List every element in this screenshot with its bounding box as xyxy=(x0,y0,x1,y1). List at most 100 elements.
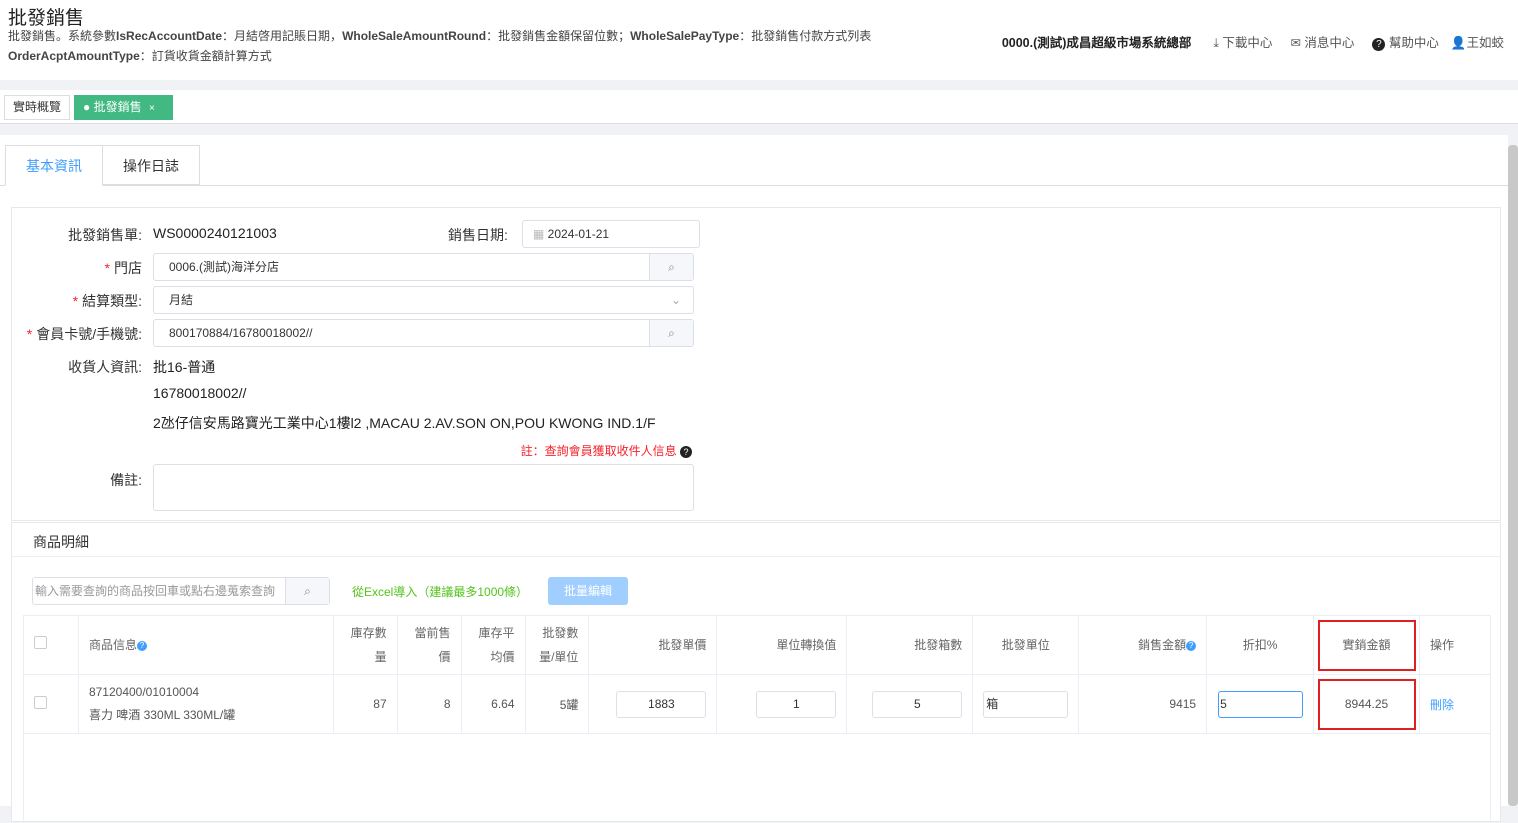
table-empty-area xyxy=(23,733,1491,823)
required-mark: * xyxy=(104,260,110,276)
help-icon: ? xyxy=(1372,38,1386,51)
member-label: * 會員卡號/手機號: xyxy=(12,324,142,344)
desc-text: ：批發銷售付款方式列表 xyxy=(739,29,872,43)
table-header: 商品信息? 庫存數量 當前售價 庫存平均價 批發數量/單位 批發單價 單位轉換值… xyxy=(23,615,1491,675)
col-header: 折扣% xyxy=(1206,615,1315,675)
col-header: 商品信息 xyxy=(88,638,137,652)
boxes-input[interactable]: 5 xyxy=(872,690,963,718)
section-title: 商品明細 xyxy=(33,534,89,550)
messages-label: 消息中心 xyxy=(1304,36,1355,50)
conversion-input[interactable]: 1 xyxy=(756,690,837,718)
col-header-highlighted: 實銷金額 xyxy=(1313,615,1420,675)
basic-info-form: 批發銷售單: WS0000240121003 銷售日期: ▦ 2024-01-2… xyxy=(11,207,1501,521)
help-icon[interactable]: ? xyxy=(680,446,692,458)
user-name: 王如蛟 xyxy=(1466,36,1504,50)
close-icon[interactable]: × xyxy=(149,103,155,114)
search-icon[interactable]: ⌕ xyxy=(649,320,693,346)
tab-basic-info[interactable]: 基本資訊 xyxy=(5,145,103,186)
receiver-address: 2氹仔信安馬路寶光工業中心1樓l2 ,MACAU 2.AV.SON ON,POU… xyxy=(153,415,656,431)
member-value: 800170884/16780018002// xyxy=(169,326,313,340)
receiver-label: 收貨人資訊: xyxy=(68,359,142,375)
current-price: 8 xyxy=(396,674,462,734)
delete-link[interactable]: 刪除 xyxy=(1419,674,1491,734)
product-search-input[interactable]: 輸入需要查詢的商品按回車或點右邊蒐索查詢 ⌕ xyxy=(32,577,330,605)
main-content: 基本資訊 操作日誌 批發銷售單: WS0000240121003 銷售日期: ▦… xyxy=(0,135,1508,823)
org-name[interactable]: 0000.(測試)成昌超級市場系統總部 xyxy=(1002,32,1192,51)
desc-param: WholeSaleAmountRound xyxy=(342,29,487,43)
active-dot-icon: ● xyxy=(83,100,94,114)
label-text: 會員卡號/手機號: xyxy=(36,326,142,342)
member-input[interactable]: 800170884/16780018002// ⌕ xyxy=(153,319,694,347)
col-header: 庫存數量 xyxy=(332,615,398,675)
tab-divider xyxy=(0,185,1508,186)
store-input[interactable]: 0006.(測試)海洋分店 ⌕ xyxy=(153,253,694,281)
table-row: 87120400/01010004 喜力 啤酒 330ML 330ML/罐 87 … xyxy=(23,674,1491,734)
unit-input[interactable]: 箱 xyxy=(983,690,1069,718)
receiver-hint: 註：查詢會員獲取收件人信息 ? xyxy=(521,442,692,459)
order-number: WS0000240121003 xyxy=(153,225,277,241)
tab-wholesale[interactable]: ● 批發銷售 × xyxy=(74,95,173,120)
settle-value: 月結 xyxy=(169,293,194,307)
search-icon[interactable]: ⌕ xyxy=(649,254,693,280)
search-icon[interactable]: ⌕ xyxy=(285,578,329,604)
unit-price-input[interactable]: 1883 xyxy=(616,690,707,718)
date-label: 銷售日期: xyxy=(448,227,508,243)
chevron-down-icon: ⌄ xyxy=(670,293,681,307)
product-details: 商品明細 輸入需要查詢的商品按回車或點右邊蒐索查詢 ⌕ 從Excel導入（建議最多… xyxy=(11,522,1501,823)
col-header: 批發單價 xyxy=(588,615,718,675)
tab-label: 批發銷售 xyxy=(93,100,142,114)
label-text: 門店 xyxy=(114,260,142,276)
divider xyxy=(12,556,1500,557)
user-menu[interactable]: 👤王如蛟 xyxy=(1451,32,1504,51)
download-label: 下載中心 xyxy=(1222,36,1273,50)
col-header: 批發數量/單位 xyxy=(524,615,590,675)
desc-param: OrderAcptAmountType xyxy=(8,49,140,63)
store-value: 0006.(測試)海洋分店 xyxy=(169,260,280,274)
col-header: 當前售價 xyxy=(396,615,462,675)
row-checkbox[interactable] xyxy=(34,696,47,709)
scrollbar[interactable] xyxy=(1508,145,1518,806)
product-code: 87120400/01010004 xyxy=(88,685,200,699)
wholesale-qty: 5罐 xyxy=(524,674,590,734)
page-tabs: 實時概覽 ● 批發銷售 × xyxy=(0,90,1518,124)
placeholder: 輸入需要查詢的商品按回車或點右邊蒐索查詢 xyxy=(35,584,276,598)
help-label: 幫助中心 xyxy=(1388,36,1439,50)
download-center[interactable]: ⤓ 下載中心 xyxy=(1213,32,1272,51)
help-icon: ? xyxy=(1186,641,1197,651)
order-label: 批發銷售單: xyxy=(68,227,142,243)
receiver-phone: 16780018002// xyxy=(153,385,247,401)
page-description: 批發銷售。系統參數IsRecAccountDate：月結啓用記賬日期，Whole… xyxy=(8,27,871,44)
product-table: 商品信息? 庫存數量 當前售價 庫存平均價 批發數量/單位 批發單價 單位轉換值… xyxy=(23,615,1491,734)
select-all-checkbox[interactable] xyxy=(34,636,47,649)
desc-text: ：訂貨收貨金額計算方式 xyxy=(139,49,272,63)
remark-textarea[interactable] xyxy=(153,464,694,511)
desc-text: ：批發銷售金額保留位數； xyxy=(486,29,631,43)
required-mark: * xyxy=(26,326,33,342)
discount-input[interactable]: 5 xyxy=(1218,690,1304,718)
avg-price: 6.64 xyxy=(460,674,526,734)
col-header: 操作 xyxy=(1419,615,1491,675)
message-center[interactable]: ✉ 消息中心 xyxy=(1290,32,1354,51)
tab-operation-log[interactable]: 操作日誌 xyxy=(102,145,200,185)
calendar-icon: ▦ xyxy=(533,227,548,241)
page-description-2: OrderAcptAmountType：訂貨收貨金額計算方式 xyxy=(8,47,272,64)
tab-overview[interactable]: 實時概覽 xyxy=(4,95,71,120)
date-value: 2024-01-21 xyxy=(547,227,610,241)
store-label: * 門店 xyxy=(12,258,142,278)
help-center[interactable]: ? 幫助中心 xyxy=(1372,32,1439,51)
settle-type-select[interactable]: 月結 ⌄ xyxy=(153,286,694,314)
sale-date-input[interactable]: ▦ 2024-01-21 xyxy=(522,220,700,248)
col-header: 批發箱數 xyxy=(846,615,974,675)
app-header: 批發銷售 批發銷售。系統參數IsRecAccountDate：月結啓用記賬日期，… xyxy=(0,0,1518,80)
header-right: 0000.(測試)成昌超級市場系統總部 ⤓ 下載中心 ✉ 消息中心 ? 幫助中心… xyxy=(1002,32,1504,51)
col-header: 批發單位 xyxy=(972,615,1080,675)
excel-import-link[interactable]: 從Excel導入（建議最多1000條） xyxy=(352,583,528,600)
label-text: 結算類型: xyxy=(82,293,142,309)
required-mark: * xyxy=(72,293,79,309)
remark-label: 備註: xyxy=(110,472,142,488)
batch-edit-button[interactable]: 批量編輯 xyxy=(548,577,628,605)
user-icon: 👤 xyxy=(1450,36,1467,50)
net-amount: 8944.25 xyxy=(1313,674,1420,734)
sales-amount: 9415 xyxy=(1078,674,1208,734)
col-header: 銷售金額 xyxy=(1138,638,1187,652)
